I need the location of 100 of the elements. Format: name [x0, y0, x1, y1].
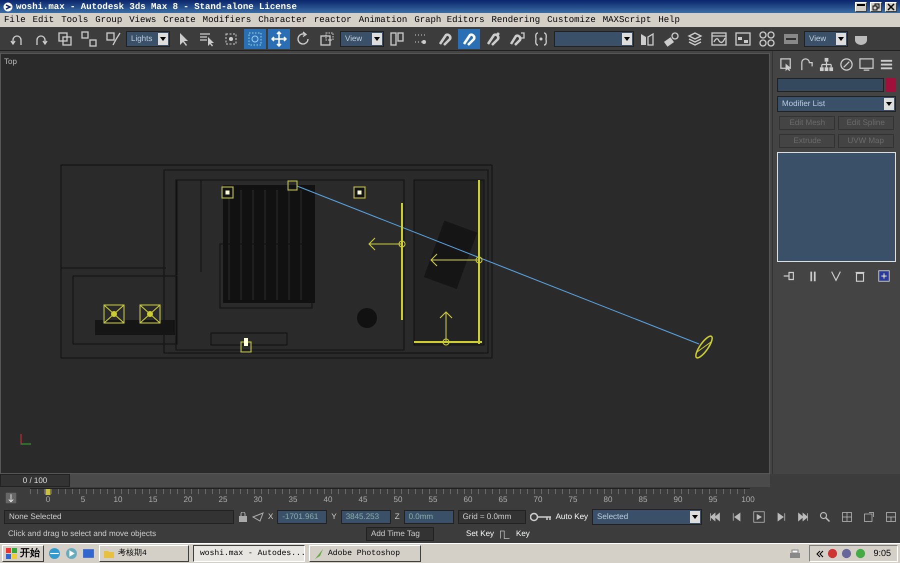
camera-icon[interactable] [288, 180, 298, 190]
start-button[interactable]: 开始 [2, 545, 44, 562]
key-mode-dropdown[interactable]: Selected [592, 508, 702, 524]
frame-number: 25 [218, 494, 228, 506]
list-cursor-icon [199, 30, 215, 46]
dropdown-value: Lights [131, 32, 152, 44]
time-slider-thumb[interactable]: 0 / 100 [0, 474, 70, 487]
axis-tripod-icon [20, 434, 32, 444]
spotlight-icon[interactable] [354, 186, 366, 198]
menu-item[interactable]: Customize [547, 15, 596, 25]
frame-number: 50 [394, 494, 402, 506]
menu-item[interactable]: Create [163, 15, 196, 25]
area-light-icon[interactable] [368, 203, 406, 320]
spotlight-icon[interactable] [140, 304, 160, 324]
mirror-icon [639, 30, 655, 46]
display-tab-icon [858, 56, 874, 72]
modifier-stack-list[interactable] [777, 152, 896, 262]
key-icon[interactable] [530, 512, 552, 522]
desktop-icon[interactable] [82, 547, 95, 560]
coordinate-label: Y [331, 510, 337, 522]
layers-icon [687, 30, 703, 46]
close-icon [887, 2, 895, 10]
taskbar-button[interactable]: 考核期4 [99, 545, 189, 562]
spotlight-icon[interactable] [104, 304, 124, 324]
menu-item[interactable]: Rendering [492, 15, 540, 25]
browser-icon[interactable] [48, 547, 61, 560]
auto-key-button[interactable]: Auto Key [556, 510, 588, 522]
menu-item[interactable]: Graph Editors [414, 15, 485, 25]
menu-item[interactable]: Help [658, 15, 680, 25]
braces-icon [533, 30, 549, 46]
restore-button[interactable] [870, 2, 882, 12]
area-light-icon[interactable] [414, 311, 482, 346]
viewport[interactable]: Top [0, 53, 770, 474]
frame-number: 95 [708, 494, 718, 506]
fork-icon [829, 269, 844, 283]
magnet-button[interactable] [458, 28, 480, 48]
minimize-button[interactable] [855, 2, 867, 12]
dropdown-value: Selected [597, 510, 628, 522]
app-logo-icon [3, 2, 13, 12]
frame-number: 40 [324, 494, 332, 506]
crossing-button[interactable] [244, 28, 266, 48]
area-light-icon[interactable] [430, 180, 482, 344]
object-name-field[interactable] [777, 78, 884, 92]
menu-item[interactable]: File [4, 15, 26, 25]
align-icon [663, 30, 679, 46]
pivot-icon [389, 30, 405, 46]
caret-icon [692, 514, 698, 518]
media-icon[interactable] [65, 547, 78, 560]
key-mode-icon [5, 492, 17, 504]
caret-icon [624, 36, 630, 40]
menu-item[interactable]: MAXScript [602, 15, 652, 25]
spotlight-icon[interactable] [222, 186, 234, 198]
menu-item[interactable]: Edit [32, 15, 54, 25]
time-marker[interactable] [46, 489, 50, 495]
spotlight-icon[interactable] [240, 338, 252, 352]
coordinate-label: X [268, 510, 274, 522]
modifier-list-dropdown[interactable]: Modifier List [777, 96, 896, 112]
dropdown-value: View [809, 32, 826, 44]
frame-number: 80 [604, 494, 612, 506]
minimize-icon [857, 4, 865, 6]
key-tangent-icon[interactable] [498, 528, 512, 540]
taskbar-button[interactable]: woshi.max - Autodes... [193, 545, 305, 562]
dropdown-field[interactable]: Lights [126, 30, 170, 46]
window-title: woshi.max - Autodesk 3ds Max 8 - Stand-alone License [16, 2, 298, 12]
go-to-start-icon [709, 510, 722, 522]
bin-icon [853, 269, 868, 283]
menu-item[interactable]: Modifiers [202, 15, 252, 25]
magnet-icon [509, 30, 525, 46]
magnet-icon [461, 30, 477, 46]
menu-item[interactable]: Group [95, 15, 122, 25]
key-filters-button[interactable]: Key [516, 528, 530, 540]
add-time-tag-button[interactable]: Add Time Tag [366, 526, 434, 540]
absolute-mode-icon[interactable] [252, 512, 264, 522]
taskbar-button[interactable]: Adobe Photoshop [309, 545, 421, 562]
move-button[interactable] [268, 28, 290, 48]
material-icon [759, 30, 775, 46]
chevron-icon[interactable] [816, 550, 824, 558]
close-button[interactable] [885, 2, 897, 12]
dropdown-field[interactable]: View [340, 30, 384, 46]
time-slider[interactable]: 0 / 100 [0, 474, 770, 487]
zoom-extents-all-icon [885, 510, 898, 522]
zoom-icon [819, 510, 832, 522]
target-icon[interactable] [695, 335, 713, 359]
dropdown-field[interactable] [554, 30, 634, 46]
lock-icon[interactable] [238, 512, 248, 522]
previous-frame-icon [731, 510, 744, 522]
menu-item[interactable]: reactor [314, 15, 352, 25]
dropdown-field[interactable]: View [804, 30, 848, 46]
menu-item[interactable]: Character [258, 15, 307, 25]
shield-icon[interactable] [840, 548, 852, 559]
zoom-all-icon [841, 510, 854, 522]
menu-item[interactable]: Views [129, 15, 156, 25]
crossing-icon [247, 30, 263, 46]
menu-item[interactable]: Tools [61, 15, 88, 25]
frame-number: 30 [254, 494, 262, 506]
modify-tab-icon [799, 56, 814, 72]
viewport-label[interactable]: Top [4, 56, 17, 68]
menu-item[interactable]: Animation [358, 15, 408, 25]
set-key-button[interactable]: Set Key [466, 528, 494, 540]
object-color-swatch[interactable] [886, 78, 896, 92]
